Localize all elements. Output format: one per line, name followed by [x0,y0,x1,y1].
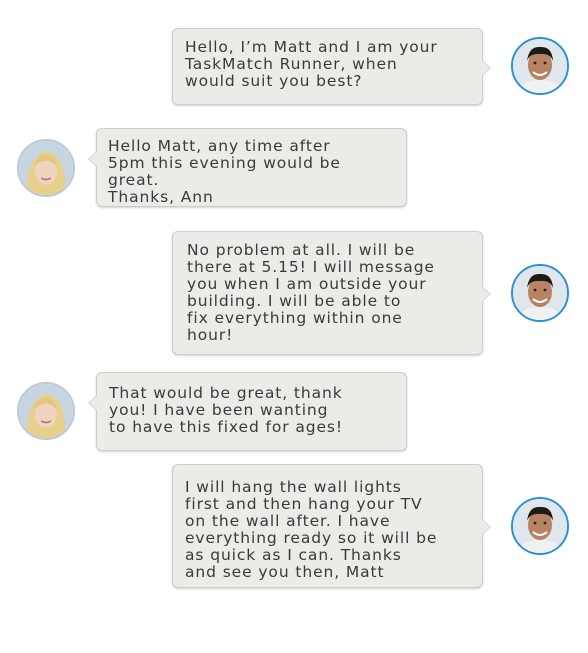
man-avatar [511,497,569,555]
man-avatar [511,37,569,95]
message-bubble: That would be great, thank you! I have b… [88,372,407,451]
message-bubble: No problem at all. I will be there at 5.… [172,231,491,355]
man-avatar [511,264,569,322]
woman-avatar [17,139,75,197]
message-bubble: Hello Matt, any time after 5pm this even… [88,128,407,207]
woman-avatar [17,382,75,440]
message-bubble: Hello, I’m Matt and I am your TaskMatch … [172,28,491,105]
message-bubble: I will hang the wall lights first and th… [172,464,491,588]
